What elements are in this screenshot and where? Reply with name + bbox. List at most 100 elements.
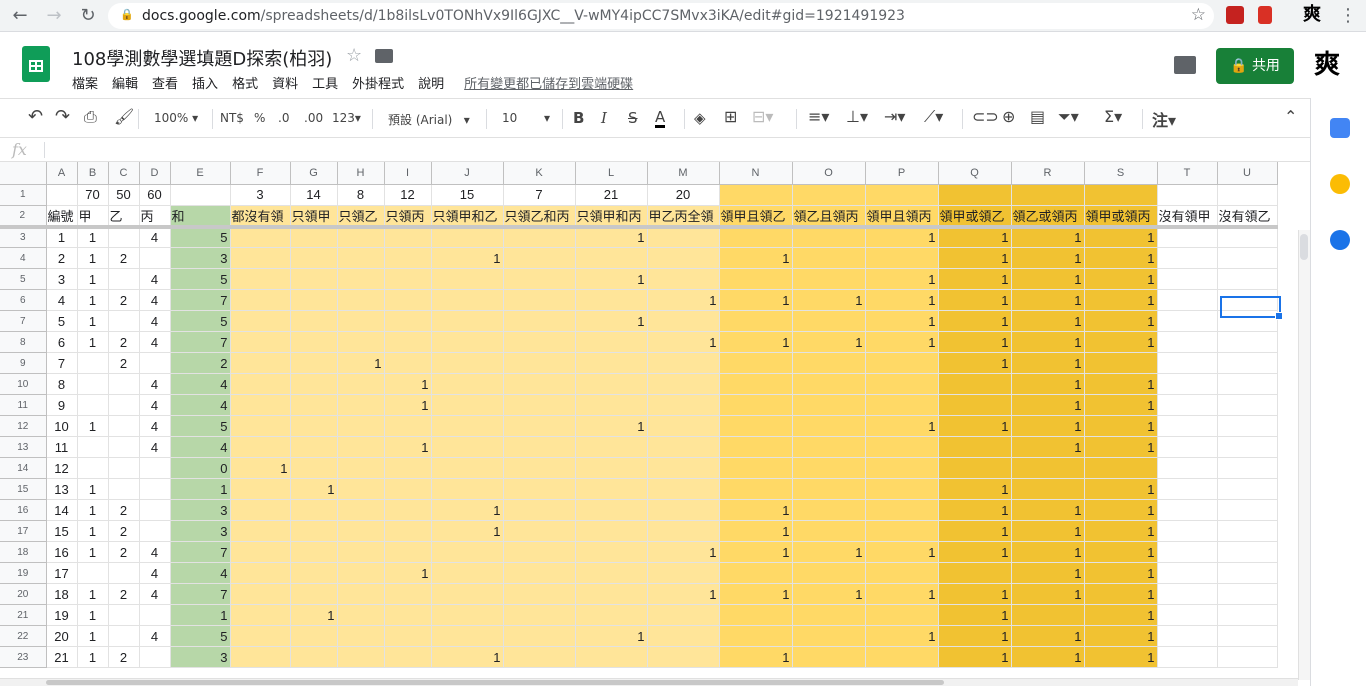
cell-N5[interactable] bbox=[719, 268, 793, 290]
cell-D4[interactable] bbox=[139, 247, 171, 269]
cell-H18[interactable] bbox=[337, 541, 385, 563]
cell-M8[interactable]: 1 bbox=[647, 331, 720, 353]
cell-B3[interactable]: 1 bbox=[77, 226, 109, 248]
row-header-8[interactable]: 8 bbox=[0, 331, 47, 353]
cell-I23[interactable] bbox=[384, 646, 432, 668]
cell-M2[interactable]: 甲乙丙全領 bbox=[647, 205, 720, 229]
cell-A21[interactable]: 19 bbox=[46, 604, 78, 626]
cell-F15[interactable] bbox=[230, 478, 291, 500]
cell-B21[interactable]: 1 bbox=[77, 604, 109, 626]
cell-F14[interactable]: 1 bbox=[230, 457, 291, 479]
cell-K19[interactable] bbox=[503, 562, 576, 584]
cell-F7[interactable] bbox=[230, 310, 291, 332]
cell-T17[interactable] bbox=[1157, 520, 1218, 542]
cell-N12[interactable] bbox=[719, 415, 793, 437]
cell-T21[interactable] bbox=[1157, 604, 1218, 626]
cell-R16[interactable]: 1 bbox=[1011, 499, 1085, 521]
cell-D20[interactable]: 4 bbox=[139, 583, 171, 605]
cell-A23[interactable]: 21 bbox=[46, 646, 78, 668]
column-header-I[interactable]: I bbox=[384, 162, 432, 185]
cell-E13[interactable]: 4 bbox=[170, 436, 231, 458]
cell-J21[interactable] bbox=[431, 604, 504, 626]
cell-B12[interactable]: 1 bbox=[77, 415, 109, 437]
cell-F19[interactable] bbox=[230, 562, 291, 584]
cell-N4[interactable]: 1 bbox=[719, 247, 793, 269]
increase-decimal-button[interactable]: .00 bbox=[304, 111, 323, 125]
cell-A12[interactable]: 10 bbox=[46, 415, 78, 437]
cell-O5[interactable] bbox=[792, 268, 866, 290]
cell-H12[interactable] bbox=[337, 415, 385, 437]
cell-J19[interactable] bbox=[431, 562, 504, 584]
cell-B9[interactable] bbox=[77, 352, 109, 374]
cell-C16[interactable]: 2 bbox=[108, 499, 140, 521]
strikethrough-button[interactable]: S bbox=[628, 109, 638, 127]
cell-J6[interactable] bbox=[431, 289, 504, 311]
cell-J4[interactable]: 1 bbox=[431, 247, 504, 269]
cell-N15[interactable] bbox=[719, 478, 793, 500]
cell-M5[interactable] bbox=[647, 268, 720, 290]
cell-F9[interactable] bbox=[230, 352, 291, 374]
cell-C5[interactable] bbox=[108, 268, 140, 290]
font-size-select[interactable]: 10 ▾ bbox=[502, 111, 550, 125]
cell-H23[interactable] bbox=[337, 646, 385, 668]
cell-U16[interactable] bbox=[1217, 499, 1278, 521]
calendar-icon[interactable] bbox=[1330, 118, 1350, 138]
cell-P15[interactable] bbox=[865, 478, 939, 500]
cell-E14[interactable]: 0 bbox=[170, 457, 231, 479]
cell-N20[interactable]: 1 bbox=[719, 583, 793, 605]
cell-H14[interactable] bbox=[337, 457, 385, 479]
cell-F22[interactable] bbox=[230, 625, 291, 647]
cell-T13[interactable] bbox=[1157, 436, 1218, 458]
cell-J22[interactable] bbox=[431, 625, 504, 647]
cell-P7[interactable]: 1 bbox=[865, 310, 939, 332]
cell-A1[interactable] bbox=[46, 184, 78, 206]
cell-N16[interactable]: 1 bbox=[719, 499, 793, 521]
cell-U6[interactable] bbox=[1217, 289, 1278, 311]
cell-P18[interactable]: 1 bbox=[865, 541, 939, 563]
cell-S22[interactable]: 1 bbox=[1084, 625, 1158, 647]
cell-R14[interactable] bbox=[1011, 457, 1085, 479]
cell-Q18[interactable]: 1 bbox=[938, 541, 1012, 563]
cell-P10[interactable] bbox=[865, 373, 939, 395]
cell-S15[interactable]: 1 bbox=[1084, 478, 1158, 500]
cell-P4[interactable] bbox=[865, 247, 939, 269]
cell-U14[interactable] bbox=[1217, 457, 1278, 479]
cell-T20[interactable] bbox=[1157, 583, 1218, 605]
cell-L13[interactable] bbox=[575, 436, 648, 458]
cell-G6[interactable] bbox=[290, 289, 338, 311]
cell-O19[interactable] bbox=[792, 562, 866, 584]
cell-M13[interactable] bbox=[647, 436, 720, 458]
number-format-select[interactable]: 123▾ bbox=[332, 111, 361, 125]
cell-M10[interactable] bbox=[647, 373, 720, 395]
cell-G5[interactable] bbox=[290, 268, 338, 290]
cell-T22[interactable] bbox=[1157, 625, 1218, 647]
cell-P3[interactable]: 1 bbox=[865, 226, 939, 248]
cell-F13[interactable] bbox=[230, 436, 291, 458]
menu-file[interactable]: 檔案 bbox=[72, 73, 98, 92]
column-header-P[interactable]: P bbox=[865, 162, 939, 185]
cell-R3[interactable]: 1 bbox=[1011, 226, 1085, 248]
cell-C21[interactable] bbox=[108, 604, 140, 626]
borders-icon[interactable]: ⊞ bbox=[724, 107, 737, 126]
text-rotation-icon[interactable]: ⟋▾ bbox=[924, 107, 943, 127]
cell-E7[interactable]: 5 bbox=[170, 310, 231, 332]
cell-L12[interactable]: 1 bbox=[575, 415, 648, 437]
tasks-icon[interactable] bbox=[1330, 230, 1350, 250]
cell-Q6[interactable]: 1 bbox=[938, 289, 1012, 311]
cell-G1[interactable]: 14 bbox=[290, 184, 338, 206]
cell-L18[interactable] bbox=[575, 541, 648, 563]
cell-C9[interactable]: 2 bbox=[108, 352, 140, 374]
cell-L8[interactable] bbox=[575, 331, 648, 353]
cell-D23[interactable] bbox=[139, 646, 171, 668]
cell-G15[interactable]: 1 bbox=[290, 478, 338, 500]
cell-E15[interactable]: 1 bbox=[170, 478, 231, 500]
cell-I14[interactable] bbox=[384, 457, 432, 479]
paint-format-icon[interactable]: 🖌 bbox=[114, 107, 134, 126]
cell-L23[interactable] bbox=[575, 646, 648, 668]
cell-H3[interactable] bbox=[337, 226, 385, 248]
cell-S3[interactable]: 1 bbox=[1084, 226, 1158, 248]
cell-T18[interactable] bbox=[1157, 541, 1218, 563]
cell-A15[interactable]: 13 bbox=[46, 478, 78, 500]
cell-L20[interactable] bbox=[575, 583, 648, 605]
cell-D5[interactable]: 4 bbox=[139, 268, 171, 290]
